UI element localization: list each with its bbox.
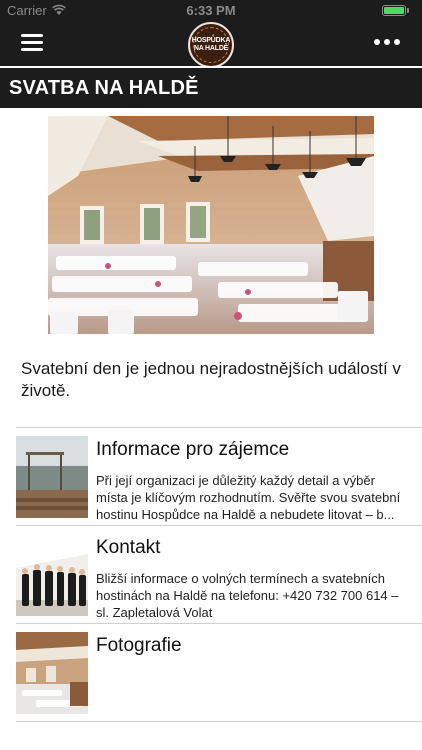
page-title: SVATBA NA HALDĚ <box>9 77 199 99</box>
hamburger-menu-icon[interactable] <box>21 34 43 52</box>
list-item-informace[interactable]: Informace pro zájemce Při její organizac… <box>16 428 422 525</box>
item-title: Kontakt <box>96 537 161 558</box>
logo-line-2: NA HALDĚ <box>193 45 229 52</box>
item-title: Informace pro zájemce <box>96 439 290 460</box>
thumbnail-informace <box>16 436 88 518</box>
item-description: Bližší informace o volných termínech a s… <box>96 571 399 620</box>
more-dots-icon[interactable] <box>374 39 400 47</box>
hero-image <box>48 116 374 334</box>
title-bar: SVATBA NA HALDĚ <box>0 68 422 108</box>
battery-tip <box>407 8 409 13</box>
list-item-fotografie[interactable]: Fotografie <box>16 624 422 721</box>
list-item-kontakt[interactable]: Kontakt Bližší informace o volných termí… <box>16 526 422 623</box>
status-time: 6:33 PM <box>186 3 236 18</box>
navigation-bar: HOSPŮDKA NA HALDĚ <box>0 22 422 68</box>
brand-logo[interactable]: HOSPŮDKA NA HALDĚ <box>188 22 234 68</box>
item-title: Fotografie <box>96 635 182 656</box>
item-description <box>96 668 402 719</box>
battery-icon <box>382 5 406 16</box>
thumbnail-fotografie <box>16 632 88 714</box>
intro-text: Svatební den je jednou nejradostnějších … <box>21 359 401 400</box>
item-description: Při její organizaci je důležitý každý de… <box>96 473 401 522</box>
thumbnail-kontakt <box>16 534 88 616</box>
list-divider <box>16 721 422 722</box>
logo-line-1: HOSPŮDKA <box>191 37 231 44</box>
status-bar: Carrier 6:33 PM <box>0 0 422 22</box>
